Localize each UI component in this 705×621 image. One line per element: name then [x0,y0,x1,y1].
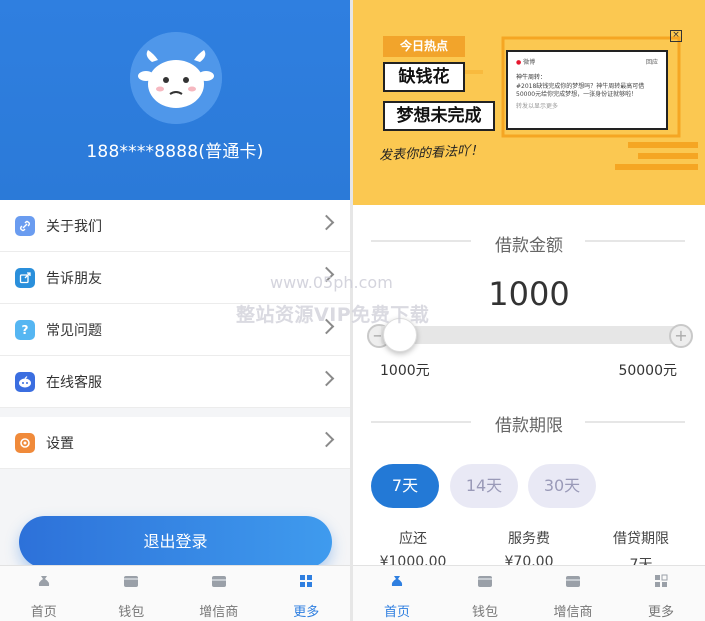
question-icon: ? [15,320,35,340]
tab-label: 增信商 [553,605,593,620]
tab-label: 首页 [30,605,57,620]
menu-item-faq[interactable]: ? 常见问题 [0,304,350,356]
menu-label: 设置 [46,436,74,452]
menu-item-settings[interactable]: 设置 [0,417,350,469]
store-icon [211,576,226,587]
chevron-right-icon [318,431,335,448]
amount-title: 借款金额 [495,236,563,256]
grid-icon [655,574,668,587]
weibo-icon: ● [516,59,522,66]
summary-label: 应还 [399,531,427,547]
tab-label: 钱包 [118,605,145,620]
tab-more[interactable]: 更多 [617,566,705,621]
banner-headline-1: 缺钱花 [383,62,465,92]
weibo-more: 转发以显示更多 [516,103,559,110]
logout-button[interactable]: 退出登录 [19,516,332,568]
summary-repay: 应还 ¥1000.00 [363,528,463,570]
term-7-days[interactable]: 7天 [371,464,439,508]
weibo-post-card: ● 微博 回应 神牛周转： #2018缺钱完成你的梦想吗？神牛周转最高可借500… [506,50,668,130]
min-amount-label: 1000元 [380,363,430,379]
chevron-right-icon [318,214,335,231]
weibo-follow: 回应 [645,59,658,66]
money-bag-icon [391,576,403,586]
weibo-author: 神牛周转： [516,74,547,81]
banner-headline-2: 梦想未完成 [383,101,495,131]
tab-home[interactable]: 首页 [0,566,88,621]
bottom-tab-bar: 首页 钱包 增信商 更多 [353,565,705,621]
amount-slider-track[interactable] [381,326,679,344]
term-14-days[interactable]: 14天 [450,464,518,508]
bottom-tab-bar: 首页 钱包 增信商 更多 [0,565,350,621]
hot-topic-tag: 今日热点 [383,36,465,57]
term-30-days[interactable]: 30天 [528,464,596,508]
cow-avatar-icon [130,32,222,124]
gear-icon [15,433,35,453]
close-icon[interactable]: × [670,30,682,42]
grid-icon [300,575,313,587]
loan-amount: 1000 [488,275,570,313]
menu-label: 常见问题 [46,323,102,339]
menu-item-share[interactable]: 告诉朋友 [0,252,350,304]
settings-menu: 关于我们 告诉朋友 ? 常见问题 在线客服 设置 [0,200,350,469]
menu-item-support[interactable]: 在线客服 [0,356,350,408]
money-bag-icon [38,576,49,586]
tab-wallet[interactable]: 钱包 [88,566,176,621]
menu-label: 告诉朋友 [46,271,102,287]
max-amount-label: 50000元 [618,363,677,379]
tab-credit[interactable]: 增信商 [175,566,263,621]
tab-label: 钱包 [471,605,498,620]
tab-label: 更多 [293,605,320,620]
tab-label: 更多 [647,605,674,620]
increase-amount-button[interactable]: + [669,324,693,348]
chevron-right-icon [318,318,335,335]
tab-more[interactable]: 更多 [263,566,351,621]
user-phone: 188****8888(普通卡) [86,142,264,162]
wallet-icon [478,576,492,587]
weibo-text: #2018缺钱完成你的梦想吗？神牛周转最高可借50000元给你完成梦想，一张身份… [516,83,645,98]
chat-robot-icon [15,372,35,392]
profile-screen: 188****8888(普通卡) 关于我们 告诉朋友 ? 常见问题 在线客服 设… [0,0,350,621]
profile-header: 188****8888(普通卡) [0,0,350,200]
wallet-icon [124,576,139,587]
summary-label: 借贷期限 [613,531,669,547]
tab-label: 首页 [383,605,410,620]
avatar[interactable] [130,32,222,124]
loan-screen: 今日热点 缺钱花 梦想未完成 发表你的看法吖！ ● 微博 回应 神牛周转： #2… [353,0,705,621]
menu-label: 在线客服 [46,375,102,391]
tab-home[interactable]: 首页 [353,566,441,621]
chevron-right-icon [318,266,335,283]
menu-item-about[interactable]: 关于我们 [0,200,350,252]
summary-fee: 服务费 ¥70.00 [479,528,579,570]
tab-label: 增信商 [199,605,239,620]
menu-label: 关于我们 [46,219,102,235]
promo-banner[interactable]: 今日热点 缺钱花 梦想未完成 发表你的看法吖！ ● 微博 回应 神牛周转： #2… [353,0,705,205]
weibo-brand: ● 微博 [516,59,536,66]
amount-slider-handle[interactable] [383,318,417,352]
chevron-right-icon [318,370,335,387]
term-title: 借款期限 [495,416,563,436]
summary-label: 服务费 [508,531,550,547]
tab-credit[interactable]: 增信商 [529,566,617,621]
link-icon [15,216,35,236]
tab-wallet[interactable]: 钱包 [441,566,529,621]
store-icon [566,576,580,587]
share-icon [15,268,35,288]
